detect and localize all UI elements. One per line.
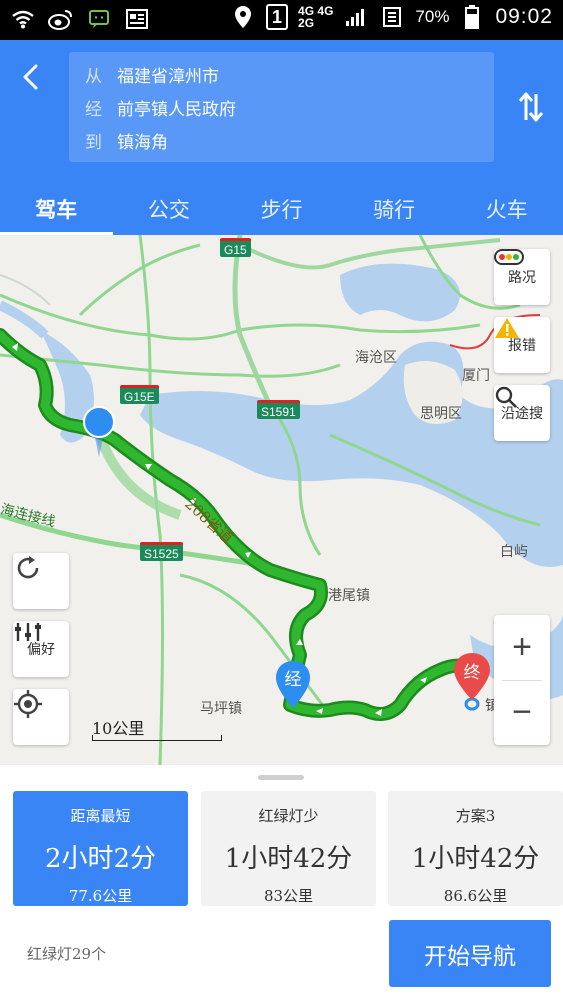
my-location-button[interactable]	[13, 689, 69, 745]
battery-percent: 70%	[415, 7, 450, 26]
waypoint-marker[interactable]: 经	[275, 660, 311, 710]
origin-field[interactable]: 从 福建省漳州市	[85, 62, 219, 87]
swap-icon	[518, 92, 544, 122]
signal-icon	[343, 4, 369, 30]
weibo-icon	[48, 6, 74, 32]
highway-shield-s1525: S1525	[140, 542, 183, 561]
waypoint-marker-label: 经	[284, 670, 302, 690]
tab-bike[interactable]: 骑行	[338, 190, 451, 235]
refresh-button[interactable]	[13, 553, 69, 609]
sliders-icon	[15, 623, 41, 641]
zoom-divider	[502, 680, 542, 681]
start-navigation-button[interactable]: 开始导航	[389, 920, 551, 987]
network-indicator: 4G 4G 2G	[298, 4, 334, 30]
route-option-time: 1小时42分	[224, 844, 353, 874]
waypoint-tag: 经	[85, 99, 102, 120]
news-icon	[124, 6, 150, 32]
route-panel: 距离最短 2小时2分 77.6公里 红绿灯少 1小时42分 83公里 方案3 1…	[0, 765, 563, 1000]
traffic-light-icon	[494, 249, 524, 265]
back-arrow-icon	[23, 64, 38, 90]
transport-tabs: 驾车 公交 步行 骑行 火车	[0, 190, 563, 235]
back-button[interactable]	[16, 62, 46, 92]
route-option-time: 2小时2分	[44, 844, 157, 874]
destination-field[interactable]: 到 镇海角	[85, 128, 168, 153]
traffic-light-count: 红绿灯29个	[27, 945, 107, 963]
origin-text: 福建省漳州市	[117, 66, 219, 87]
wechat-icon	[86, 6, 112, 32]
traffic-button[interactable]: 路况	[494, 249, 550, 305]
tab-drive[interactable]: 驾车	[0, 190, 113, 235]
route-option-3[interactable]: 方案3 1小时42分 86.6公里	[388, 791, 563, 906]
destination-text: 镇海角	[117, 132, 168, 153]
route-option-name: 距离最短	[70, 807, 131, 825]
waypoint-field[interactable]: 经 前亭镇人民政府	[85, 95, 236, 120]
clock: 09:02	[495, 5, 553, 28]
refresh-icon	[17, 556, 39, 579]
battery-icon	[459, 4, 485, 30]
destination-marker[interactable]: 终	[453, 652, 491, 712]
map-label-xiamen: 厦门	[462, 368, 490, 384]
highway-shield-g15: G15	[220, 238, 251, 257]
map-view[interactable]: 海沧区 厦门 思明区 港尾镇 马坪镇 白屿 海连接线 208省道 镇 G15 G…	[0, 235, 563, 765]
map-label-baiyu: 白屿	[500, 544, 528, 560]
status-bar: 1 4G 4G 2G 70% 09:02	[0, 0, 563, 40]
location-icon	[230, 4, 256, 30]
route-option-distance: 77.6公里	[68, 887, 133, 905]
route-option-1[interactable]: 距离最短 2小时2分 77.6公里	[13, 791, 188, 906]
tab-train[interactable]: 火车	[450, 190, 563, 235]
destination-tag: 到	[85, 132, 102, 153]
data-saver-icon	[379, 4, 405, 30]
map-label-siming: 思明区	[420, 406, 462, 422]
search-icon	[495, 386, 517, 408]
warning-icon	[495, 318, 519, 338]
tab-walk[interactable]: 步行	[225, 190, 338, 235]
start-location-marker[interactable]	[82, 405, 116, 459]
preference-button[interactable]: 偏好	[13, 621, 69, 677]
route-option-distance: 86.6公里	[443, 887, 508, 905]
waypoint-text: 前亭镇人民政府	[117, 99, 236, 120]
tab-bus[interactable]: 公交	[113, 190, 226, 235]
route-inputs: 从 福建省漳州市 经 前亭镇人民政府 到 镇海角	[69, 52, 494, 162]
search-along-button[interactable]: 沿途搜	[494, 385, 550, 441]
map-label-haicang: 海沧区	[355, 350, 397, 366]
highway-shield-s1591: S1591	[257, 400, 300, 419]
panel-drag-handle[interactable]	[258, 775, 304, 780]
scale-bar	[92, 735, 222, 741]
map-scale: 10公里	[92, 715, 222, 743]
route-option-2[interactable]: 红绿灯少 1小时42分 83公里	[201, 791, 376, 906]
locate-icon	[14, 690, 42, 718]
highway-shield-g15e: G15E	[120, 385, 159, 404]
route-option-name: 方案3	[455, 807, 496, 825]
zoom-out-button[interactable]: −	[494, 680, 550, 745]
route-option-time: 1小时42分	[411, 844, 540, 874]
sim-slot-icon: 1	[266, 4, 289, 30]
route-header: 从 福建省漳州市 经 前亭镇人民政府 到 镇海角 驾车 公交 步行 骑行 火车	[0, 40, 563, 235]
zoom-in-button[interactable]: +	[494, 615, 550, 680]
report-error-button[interactable]: 报错	[494, 317, 550, 373]
origin-tag: 从	[85, 66, 102, 87]
swap-button[interactable]	[517, 90, 545, 124]
map-label-gangwei: 港尾镇	[328, 588, 370, 604]
zoom-control: + −	[494, 615, 550, 745]
route-option-distance: 83公里	[263, 887, 314, 905]
wifi-icon	[10, 6, 36, 32]
route-option-name: 红绿灯少	[258, 807, 319, 825]
destination-marker-label: 终	[463, 663, 481, 683]
traffic-label: 路况	[508, 270, 536, 286]
